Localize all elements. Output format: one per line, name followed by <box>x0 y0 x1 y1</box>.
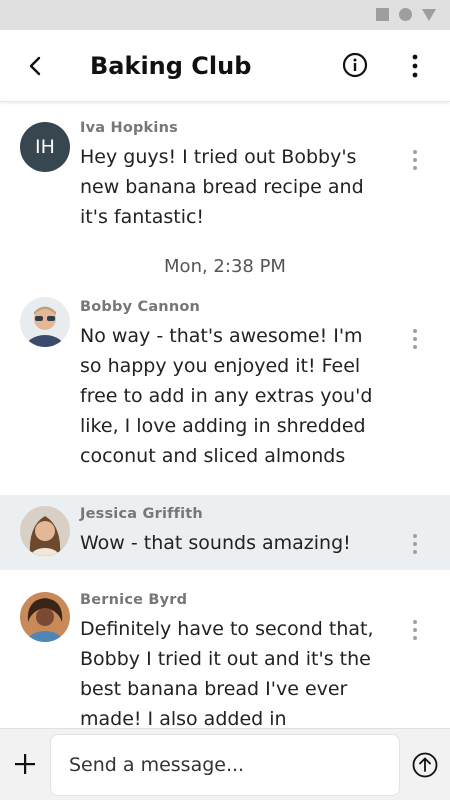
page-title: Baking Club <box>90 52 252 80</box>
arrow-left-icon <box>29 56 41 76</box>
info-button[interactable] <box>342 52 368 82</box>
message-text: Definitely have to second that, Bobby I … <box>80 618 374 728</box>
message-options-button[interactable] <box>410 534 420 556</box>
arrow-up-circle-icon <box>412 752 438 778</box>
message-text: No way - that's awesome! I'm so happy yo… <box>80 325 373 467</box>
message-item[interactable]: Jessica Griffith Wow - that sounds amazi… <box>0 495 450 570</box>
message-item[interactable]: Bobby Cannon No way - that's awesome! I'… <box>0 285 450 487</box>
dot-icon <box>413 534 417 538</box>
dot-icon <box>413 150 417 154</box>
dot-icon <box>413 636 417 640</box>
back-triangle-icon <box>422 8 436 21</box>
message-options-button[interactable] <box>410 150 420 172</box>
avatar <box>20 592 70 642</box>
recent-apps-icon <box>376 8 389 21</box>
message-author: Iva Hopkins <box>80 120 178 136</box>
send-button[interactable] <box>411 751 439 783</box>
avatar-photo <box>20 297 70 347</box>
message-options-button[interactable] <box>410 620 420 642</box>
dot-icon <box>413 345 417 349</box>
avatar-photo <box>20 506 70 556</box>
home-icon <box>399 8 412 21</box>
more-options-button[interactable] <box>406 52 424 80</box>
message-author: Bobby Cannon <box>80 299 201 315</box>
avatar <box>20 506 70 556</box>
dot-icon <box>413 166 417 170</box>
message-text: Hey guys! I tried out Bobby's new banana… <box>80 146 364 228</box>
dot-icon <box>413 158 417 162</box>
avatar-photo <box>20 592 70 642</box>
message-list[interactable]: IH Iva Hopkins Hey guys! I tried out Bob… <box>0 102 450 728</box>
add-attachment-button[interactable] <box>12 751 38 777</box>
dot-icon <box>413 542 417 546</box>
message-input[interactable] <box>50 734 400 796</box>
app-header: Baking Club <box>0 30 450 102</box>
dot-icon <box>413 628 417 632</box>
avatar <box>20 297 70 347</box>
dot-icon <box>413 550 417 554</box>
message-item[interactable]: Bernice Byrd Definitely have to second t… <box>0 570 450 728</box>
dot-icon <box>413 337 417 341</box>
status-bar <box>0 0 450 30</box>
back-button[interactable] <box>22 53 48 79</box>
dot-icon <box>413 329 417 333</box>
message-text: Wow - that sounds amazing! <box>80 532 351 554</box>
message-timestamp: Mon, 2:38 PM <box>164 256 286 277</box>
plus-icon <box>15 754 35 774</box>
avatar: IH <box>20 122 70 172</box>
message-author: Jessica Griffith <box>80 506 203 522</box>
message-composer <box>0 728 450 800</box>
dot-icon <box>413 620 417 624</box>
message-author: Bernice Byrd <box>80 592 188 608</box>
info-circle-icon <box>342 52 368 78</box>
message-options-button[interactable] <box>410 329 420 351</box>
avatar-initials: IH <box>35 136 55 158</box>
more-vertical-icon <box>412 54 418 78</box>
message-item[interactable]: IH Iva Hopkins Hey guys! I tried out Bob… <box>0 102 450 248</box>
